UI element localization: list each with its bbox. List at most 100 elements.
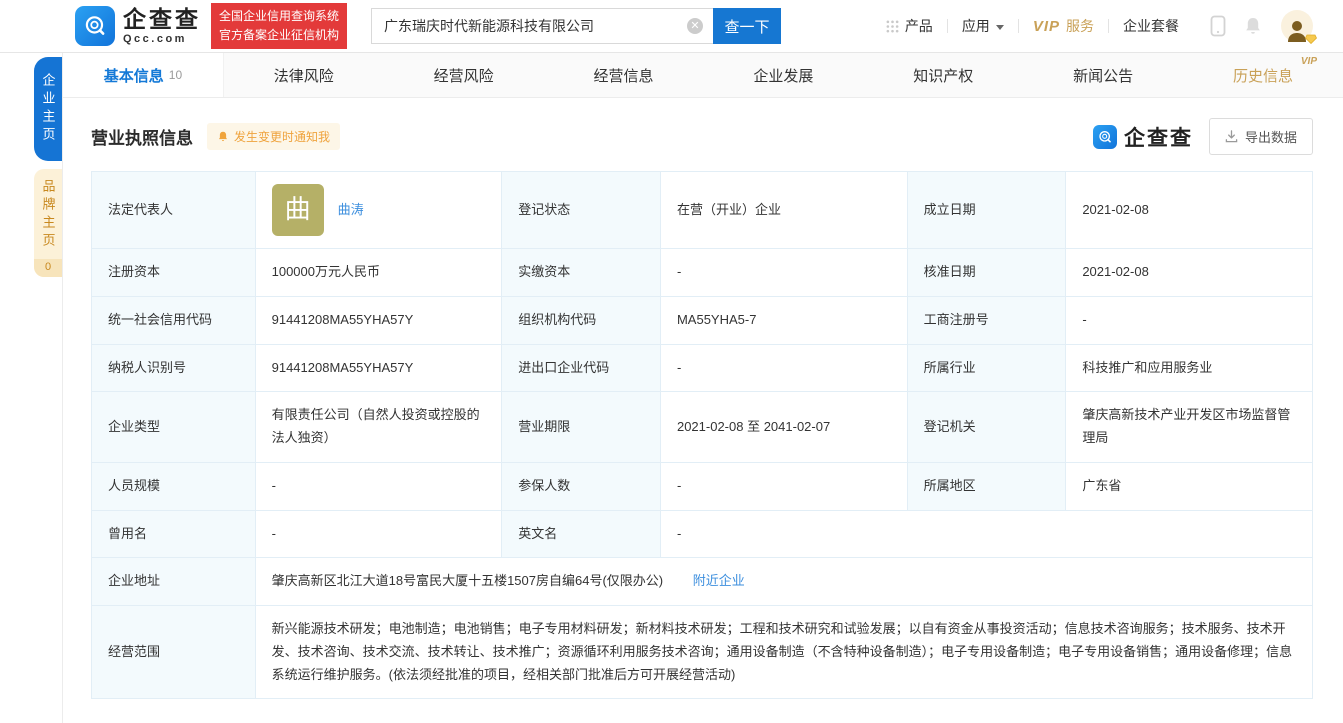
search-button[interactable]: 查一下 — [713, 8, 781, 44]
field-label: 所属行业 — [907, 344, 1066, 392]
notify-bell-icon — [217, 130, 229, 143]
tab-label: 新闻公告 — [1073, 65, 1133, 86]
field-label: 登记机关 — [907, 392, 1066, 463]
mobile-app-icon[interactable] — [1209, 15, 1227, 37]
tab-intellectual-property[interactable]: 知识产权 — [863, 53, 1023, 97]
legal-rep-link[interactable]: 曲涛 — [338, 199, 364, 222]
field-value: 曲 曲涛 — [255, 172, 502, 249]
field-label: 统一社会信用代码 — [92, 296, 256, 344]
search-bar: ✕ 查一下 — [371, 8, 781, 44]
field-label: 参保人数 — [502, 462, 661, 510]
search-clear-icon[interactable]: ✕ — [687, 18, 703, 34]
tab-label: 企业发展 — [753, 65, 813, 86]
company-address: 肇庆高新区北江大道18号富民大厦十五楼1507房自编64号(仅限办公) — [272, 573, 664, 588]
left-rail: 企业主页 品牌主页 0 — [0, 53, 62, 723]
nav-products[interactable]: 产品 — [872, 16, 947, 36]
nav-apps-label: 应用 — [962, 16, 990, 36]
tab-count: 10 — [169, 68, 182, 82]
table-row: 企业类型 有限责任公司（自然人投资或控股的法人独资） 营业期限 2021-02-… — [92, 392, 1313, 463]
qcc-logo-icon[interactable] — [75, 6, 115, 46]
field-value: - — [660, 344, 907, 392]
field-value: 广东省 — [1066, 462, 1313, 510]
bell-icon[interactable] — [1243, 16, 1263, 36]
top-header: 企查查 Qcc.com 全国企业信用查询系统 官方备案企业征信机构 ✕ 查一下 … — [0, 0, 1343, 53]
table-row: 人员规模 - 参保人数 - 所属地区 广东省 — [92, 462, 1313, 510]
nav-apps[interactable]: 应用 — [948, 16, 1018, 36]
table-row: 法定代表人 曲 曲涛 登记状态 在营（开业）企业 成立日期 2021-02-08 — [92, 172, 1313, 249]
tab-basic-info[interactable]: 基本信息 10 — [63, 53, 224, 97]
qcc-watermark: 企查查 — [1093, 122, 1193, 152]
field-label: 法定代表人 — [92, 172, 256, 249]
user-avatar[interactable] — [1281, 10, 1313, 42]
side-tab-company-home[interactable]: 企业主页 — [34, 57, 62, 161]
qcc-watermark-text: 企查查 — [1124, 122, 1193, 152]
field-value: - — [255, 462, 502, 510]
tab-legal-risk[interactable]: 法律风险 — [224, 53, 384, 97]
field-value: MA55YHA5-7 — [660, 296, 907, 344]
field-value: 2021-02-08 — [1066, 249, 1313, 297]
tab-label: 基本信息 — [104, 65, 164, 86]
tab-history-info[interactable]: 历史信息 VIP — [1183, 53, 1343, 97]
logo-text[interactable]: 企查查 Qcc.com — [123, 8, 201, 45]
field-value: 肇庆高新区北江大道18号富民大厦十五楼1507房自编64号(仅限办公) 附近企业 — [255, 558, 1312, 606]
section-header: 营业执照信息 发生变更时通知我 企查查 — [63, 98, 1343, 171]
tab-label: 历史信息 — [1233, 65, 1293, 86]
table-row: 注册资本 100000万元人民币 实缴资本 - 核准日期 2021-02-08 — [92, 249, 1313, 297]
nav-vip-service[interactable]: VIP 服务 — [1019, 16, 1108, 36]
section-title: 营业执照信息 — [91, 124, 193, 149]
field-label: 成立日期 — [907, 172, 1066, 249]
export-data-label: 导出数据 — [1245, 127, 1297, 146]
tab-news[interactable]: 新闻公告 — [1023, 53, 1183, 97]
chevron-down-icon — [996, 25, 1004, 30]
field-value: 2021-02-08 至 2041-02-07 — [660, 392, 907, 463]
field-label: 进出口企业代码 — [502, 344, 661, 392]
table-row: 曾用名 - 英文名 - — [92, 510, 1313, 558]
field-value: - — [255, 510, 502, 558]
tab-operation-info[interactable]: 经营信息 — [544, 53, 704, 97]
export-data-button[interactable]: 导出数据 — [1209, 118, 1313, 155]
nearby-companies-link[interactable]: 附近企业 — [693, 573, 745, 588]
field-value: 在营（开业）企业 — [660, 172, 907, 249]
field-value: - — [660, 249, 907, 297]
certification-badge: 全国企业信用查询系统 官方备案企业征信机构 — [211, 3, 347, 48]
table-row: 统一社会信用代码 91441208MA55YHA57Y 组织机构代码 MA55Y… — [92, 296, 1313, 344]
tab-operation-risk[interactable]: 经营风险 — [384, 53, 544, 97]
field-label: 营业期限 — [502, 392, 661, 463]
field-label: 实缴资本 — [502, 249, 661, 297]
field-label: 注册资本 — [92, 249, 256, 297]
side-tab-brand-label: 品牌主页 — [39, 179, 58, 251]
side-tab-brand-home[interactable]: 品牌主页 0 — [34, 169, 62, 277]
logo-domain: Qcc.com — [123, 34, 201, 45]
nav-enterprise-package[interactable]: 企业套餐 — [1109, 16, 1193, 36]
cert-line-1: 全国企业信用查询系统 — [219, 7, 339, 26]
legal-rep-avatar: 曲 — [272, 184, 324, 236]
grid-icon — [886, 20, 899, 33]
field-value: 科技推广和应用服务业 — [1066, 344, 1313, 392]
field-value: 有限责任公司（自然人投资或控股的法人独资） — [255, 392, 502, 463]
field-label: 英文名 — [502, 510, 661, 558]
field-value: 91441208MA55YHA57Y — [255, 344, 502, 392]
field-label: 曾用名 — [92, 510, 256, 558]
nav-products-label: 产品 — [905, 16, 933, 36]
search-input[interactable] — [371, 8, 713, 44]
vip-mark: VIP — [1033, 18, 1060, 35]
vip-diamond-icon — [1305, 34, 1317, 44]
logo-name: 企查查 — [123, 8, 201, 31]
field-label: 核准日期 — [907, 249, 1066, 297]
field-value: 肇庆高新技术产业开发区市场监督管理局 — [1066, 392, 1313, 463]
main-panel: 基本信息 10 法律风险 经营风险 经营信息 企业发展 知识产权 新闻公告 — [62, 53, 1343, 723]
side-tab-company-label: 企业主页 — [39, 73, 58, 145]
notify-on-change-badge[interactable]: 发生变更时通知我 — [207, 123, 340, 150]
vip-tag: VIP — [1301, 56, 1317, 67]
field-label: 工商注册号 — [907, 296, 1066, 344]
field-label: 纳税人识别号 — [92, 344, 256, 392]
header-nav: 产品 应用 VIP 服务 企业套餐 — [872, 10, 1313, 42]
qcc-watermark-icon — [1093, 125, 1117, 149]
table-row: 经营范围 新兴能源技术研发；电池制造；电池销售；电子专用材料研发；新材料技术研发… — [92, 606, 1313, 699]
field-value: 91441208MA55YHA57Y — [255, 296, 502, 344]
business-license-table: 法定代表人 曲 曲涛 登记状态 在营（开业）企业 成立日期 2021-02-08… — [91, 171, 1313, 699]
tab-company-development[interactable]: 企业发展 — [704, 53, 864, 97]
field-label: 经营范围 — [92, 606, 256, 699]
tab-label: 法律风险 — [274, 65, 334, 86]
field-value: - — [1066, 296, 1313, 344]
